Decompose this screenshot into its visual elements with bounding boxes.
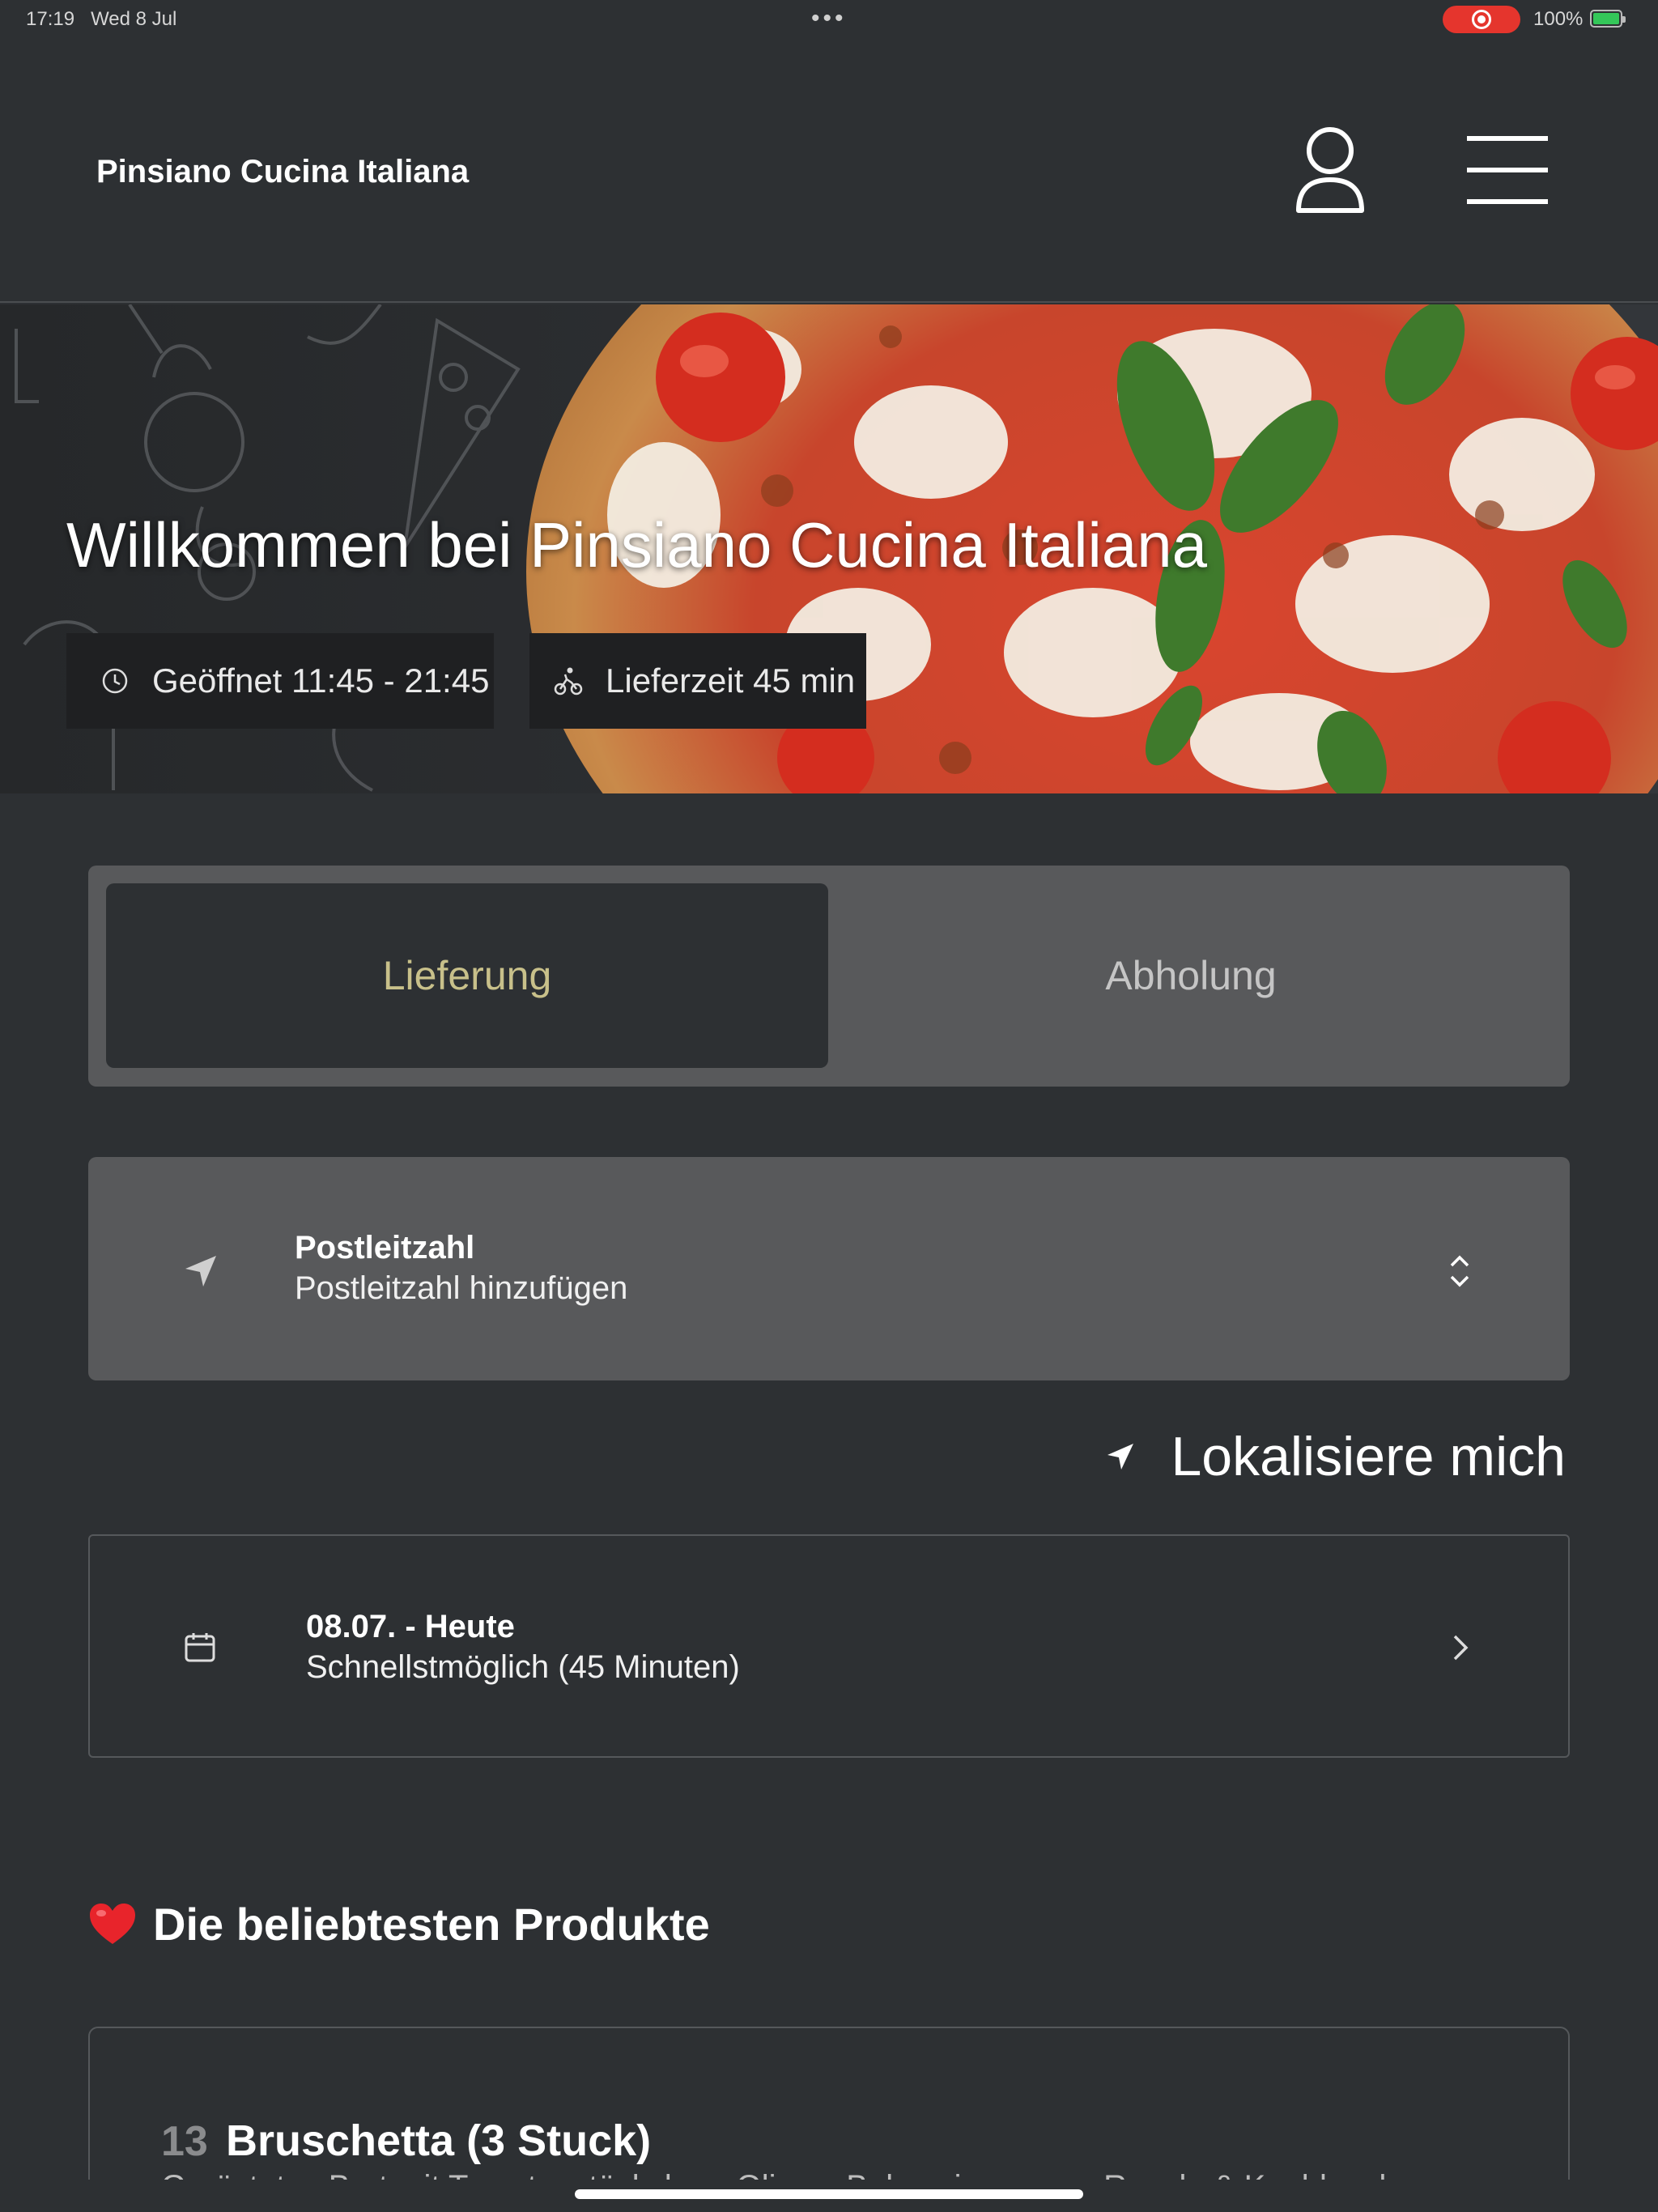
user-profile-icon[interactable] <box>1294 126 1367 215</box>
postal-code-placeholder[interactable]: Postleitzahl hinzufügen <box>295 1270 627 1307</box>
bicycle-courier-icon <box>554 667 583 696</box>
order-mode-toggle: Lieferung Abholung <box>88 866 1570 1087</box>
delivery-time-chip: Lieferzeit 45 min <box>529 633 866 729</box>
battery-icon <box>1590 10 1626 28</box>
hero-banner: Willkommen bei Pinsiano Cucina Italiana … <box>0 304 1658 793</box>
chevron-up-down-icon <box>1450 1255 1469 1287</box>
chevron-right-icon <box>1453 1635 1469 1661</box>
tab-delivery[interactable]: Lieferung <box>106 883 828 1068</box>
product-name: Bruschetta (3 Stuck) <box>226 2116 652 2165</box>
delivery-date: 08.07. - Heute <box>306 1609 515 1644</box>
screen-recording-icon[interactable] <box>1443 6 1520 33</box>
clock-icon <box>102 668 128 694</box>
popular-products-heading: Die beliebtesten Produkte <box>88 1898 710 1950</box>
hero-title: Willkommen bei Pinsiano Cucina Italiana <box>66 509 1207 581</box>
popular-products-title: Die beliebtesten Produkte <box>153 1899 710 1950</box>
locate-me-button[interactable]: Lokalisiere mich <box>1103 1425 1566 1488</box>
locate-me-label: Lokalisiere mich <box>1171 1426 1566 1487</box>
heart-icon <box>90 1903 135 1944</box>
battery-percent: 100% <box>1533 8 1584 30</box>
delivery-time-option: Schnellstmöglich (45 Minuten) <box>306 1649 740 1685</box>
postal-code-selector[interactable]: Postleitzahl Postleitzahl hinzufügen <box>88 1157 1570 1380</box>
product-number: 13 <box>161 2118 208 2165</box>
location-arrow-icon <box>1107 1444 1134 1470</box>
calendar-icon <box>185 1633 215 1662</box>
status-time: 17:19 Wed 8 Jul <box>26 8 177 30</box>
location-arrow-icon <box>185 1256 216 1287</box>
delivery-time-text: Lieferzeit 45 min <box>606 661 856 700</box>
tab-pickup[interactable]: Abholung <box>830 883 1552 1068</box>
hamburger-menu-icon[interactable] <box>1467 136 1548 204</box>
brand-name[interactable]: Pinsiano Cucina Italiana <box>96 154 469 190</box>
status-bar: 17:19 Wed 8 Jul ••• 100% <box>0 0 1658 39</box>
opening-hours-text: Geöffnet 11:45 - 21:45 <box>152 661 490 700</box>
multitasking-dots-icon[interactable]: ••• <box>811 5 847 32</box>
delivery-date-selector[interactable]: 08.07. - Heute Schnellstmöglich (45 Minu… <box>88 1534 1570 1758</box>
postal-code-label: Postleitzahl <box>295 1230 475 1266</box>
opening-hours-chip: Geöffnet 11:45 - 21:45 <box>66 633 494 729</box>
home-indicator[interactable] <box>575 2189 1083 2199</box>
app-header: Pinsiano Cucina Italiana <box>0 39 1658 303</box>
